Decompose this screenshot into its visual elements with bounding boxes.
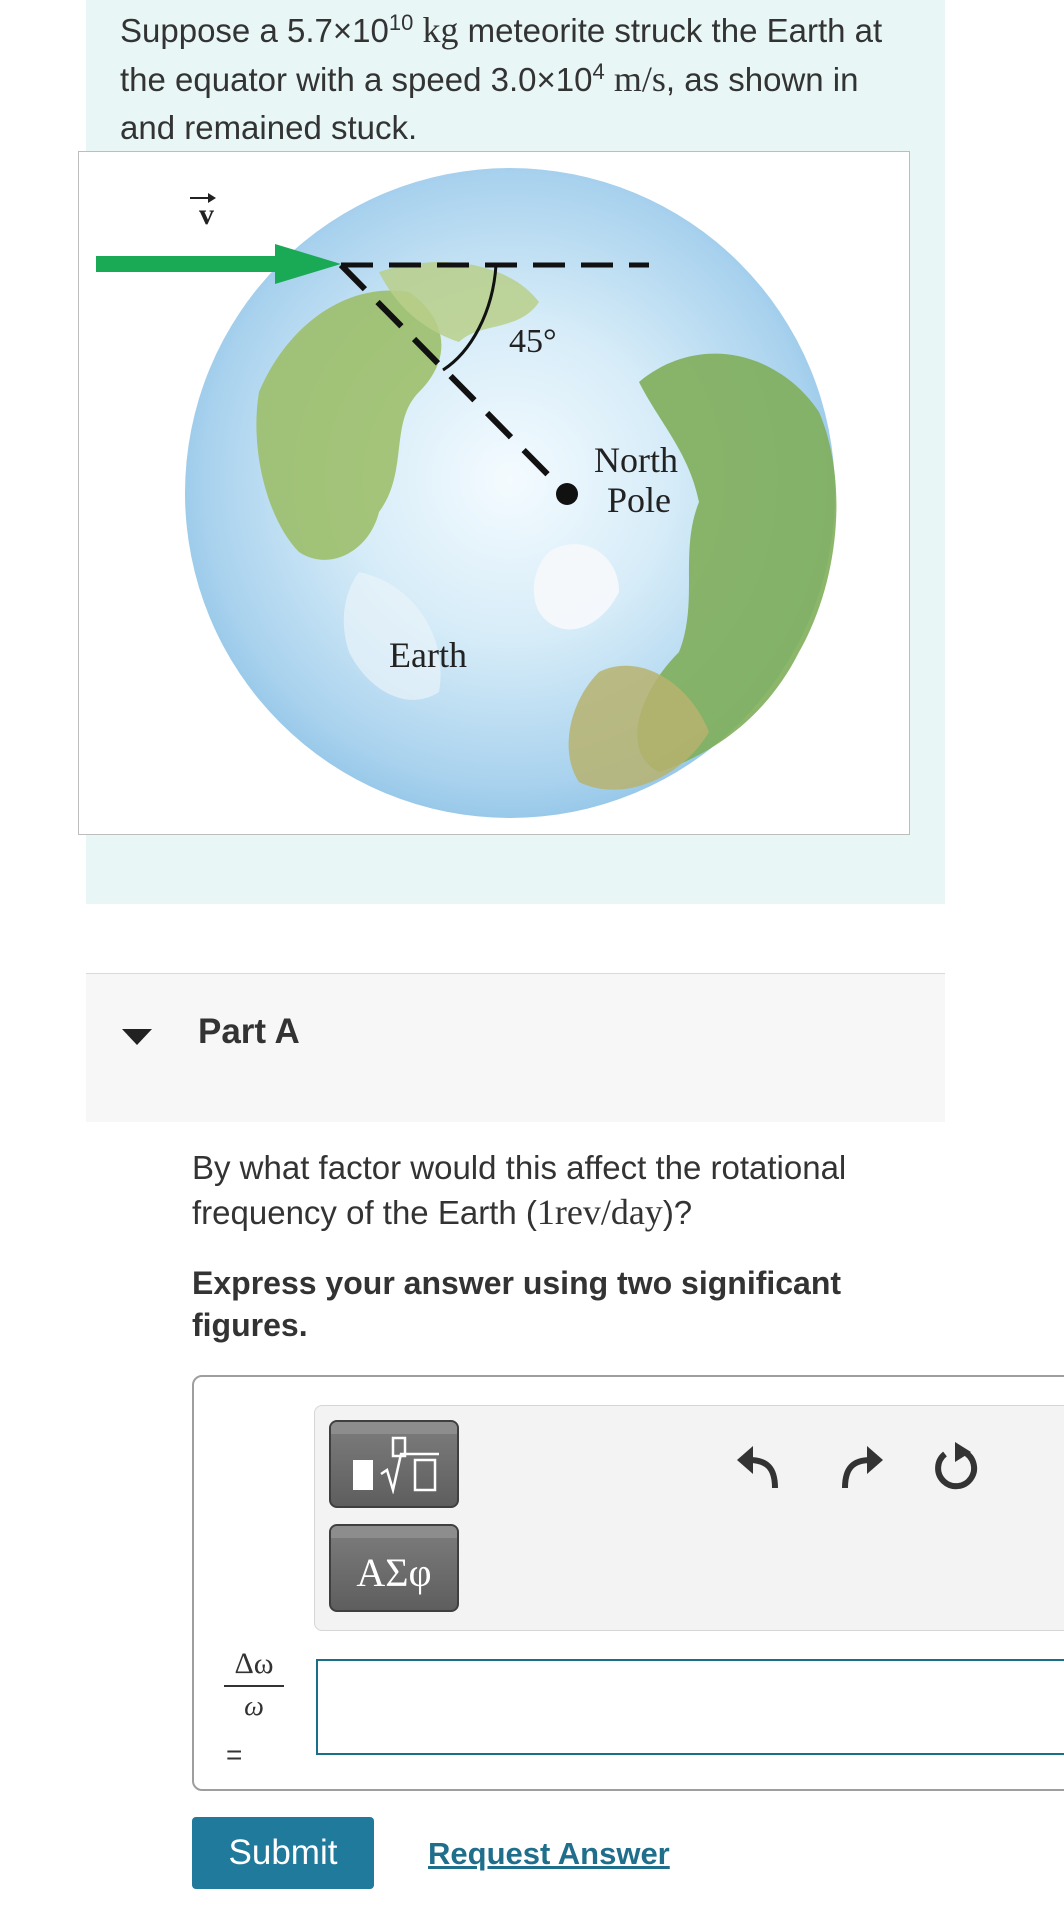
mass-exponent: 10 (388, 10, 414, 35)
part-a-header[interactable]: Part A (86, 973, 945, 1122)
speed-unit: m/s (613, 59, 666, 99)
fraction-denominator: ω (244, 1691, 264, 1722)
problem-statement: Suppose a 5.7×1010 kg meteorite struck t… (120, 6, 920, 152)
question-part: )? (662, 1194, 693, 1231)
earth-label: Earth (389, 635, 467, 675)
collapse-caret-icon[interactable] (122, 1029, 152, 1045)
reset-icon[interactable] (931, 1438, 979, 1492)
fraction-sqrt-icon (353, 1436, 439, 1494)
speed-exponent: 4 (592, 59, 605, 84)
velocity-label: v (199, 198, 214, 231)
submit-button[interactable]: Submit (192, 1817, 374, 1889)
intro-text-part: Suppose a 5.7×10 (120, 12, 389, 49)
answer-instruction: Express your answer using two significan… (192, 1265, 842, 1343)
problem-intro: Suppose a 5.7×1010 kg meteorite struck t… (78, 0, 945, 904)
equals-sign: = (226, 1739, 243, 1770)
question-text: By what factor would this affect the rot… (192, 1145, 952, 1235)
mass-unit: kg (422, 10, 459, 50)
north-pole-dot (556, 483, 578, 505)
button-stripe (331, 1526, 457, 1538)
fraction-numerator: Δω (234, 1647, 274, 1680)
math-toolbar: ΑΣφ (314, 1405, 1064, 1631)
pole-label: Pole (607, 480, 671, 520)
redo-icon[interactable] (837, 1438, 885, 1492)
answer-label-fraction: Δω ω (224, 1647, 284, 1723)
fraction-bar (224, 1685, 284, 1687)
earth-diagram: v 45° North Pole Earth (96, 168, 837, 818)
answer-box: ΑΣφ Δω ω = (192, 1375, 1064, 1791)
undo-icon[interactable] (735, 1438, 783, 1492)
request-answer-link[interactable]: Request Answer (428, 1836, 670, 1872)
button-stripe (331, 1422, 457, 1434)
meteorite-figure: v 45° North Pole Earth (78, 151, 910, 835)
template-button[interactable] (329, 1420, 459, 1508)
north-label: North (594, 440, 678, 480)
greek-button-label: ΑΣφ (356, 1549, 432, 1595)
part-title: Part A (198, 1012, 300, 1051)
question-part: By what factor would this affect the rot… (192, 1149, 847, 1231)
rotation-unit: 1rev/day (536, 1192, 663, 1232)
angle-label: 45° (509, 323, 557, 360)
greek-symbols-button[interactable]: ΑΣφ (329, 1524, 459, 1612)
answer-input[interactable] (316, 1659, 1064, 1755)
